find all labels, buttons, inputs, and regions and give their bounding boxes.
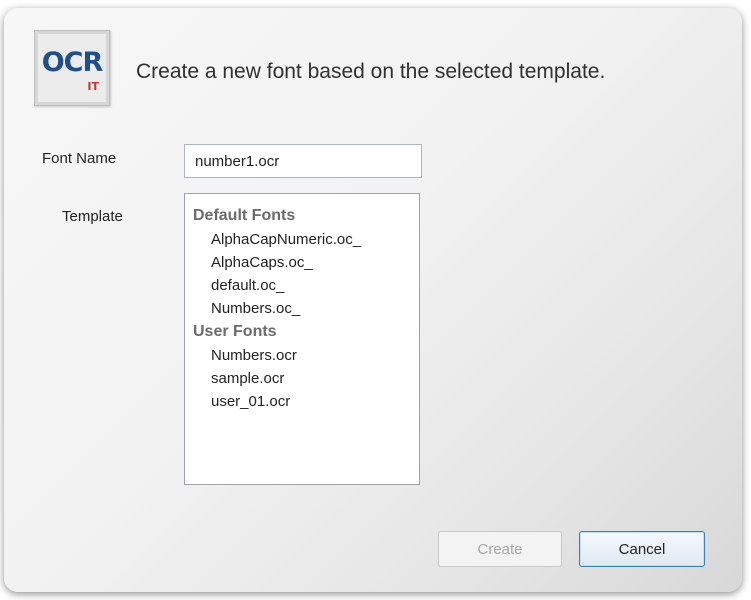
create-font-dialog: OCR IT Create a new font based on the se… [4, 8, 742, 592]
create-button[interactable]: Create [438, 531, 562, 567]
template-list[interactable]: Default Fonts AlphaCapNumeric.oc_ AlphaC… [184, 193, 420, 485]
logo-main-text: OCR [41, 47, 104, 78]
list-item[interactable]: Numbers.oc_ [185, 297, 419, 320]
font-name-input[interactable] [184, 144, 422, 178]
list-item[interactable]: user_01.ocr [185, 390, 419, 413]
logo-sub-text: IT [87, 80, 99, 93]
template-label: Template [62, 208, 123, 225]
dialog-headline: Create a new font based on the selected … [136, 60, 606, 83]
cancel-button[interactable]: Cancel [579, 531, 705, 567]
ocr-it-logo: OCR IT [34, 30, 110, 106]
list-item[interactable]: sample.ocr [185, 367, 419, 390]
font-name-label: Font Name [42, 150, 117, 167]
group-header-user-fonts: User Fonts [193, 323, 277, 340]
list-item[interactable]: AlphaCaps.oc_ [185, 251, 419, 274]
list-item[interactable]: AlphaCapNumeric.oc_ [185, 228, 419, 251]
group-header-default-fonts: Default Fonts [193, 207, 296, 224]
list-item[interactable]: default.oc_ [185, 274, 419, 297]
list-item[interactable]: Numbers.ocr [185, 344, 419, 367]
